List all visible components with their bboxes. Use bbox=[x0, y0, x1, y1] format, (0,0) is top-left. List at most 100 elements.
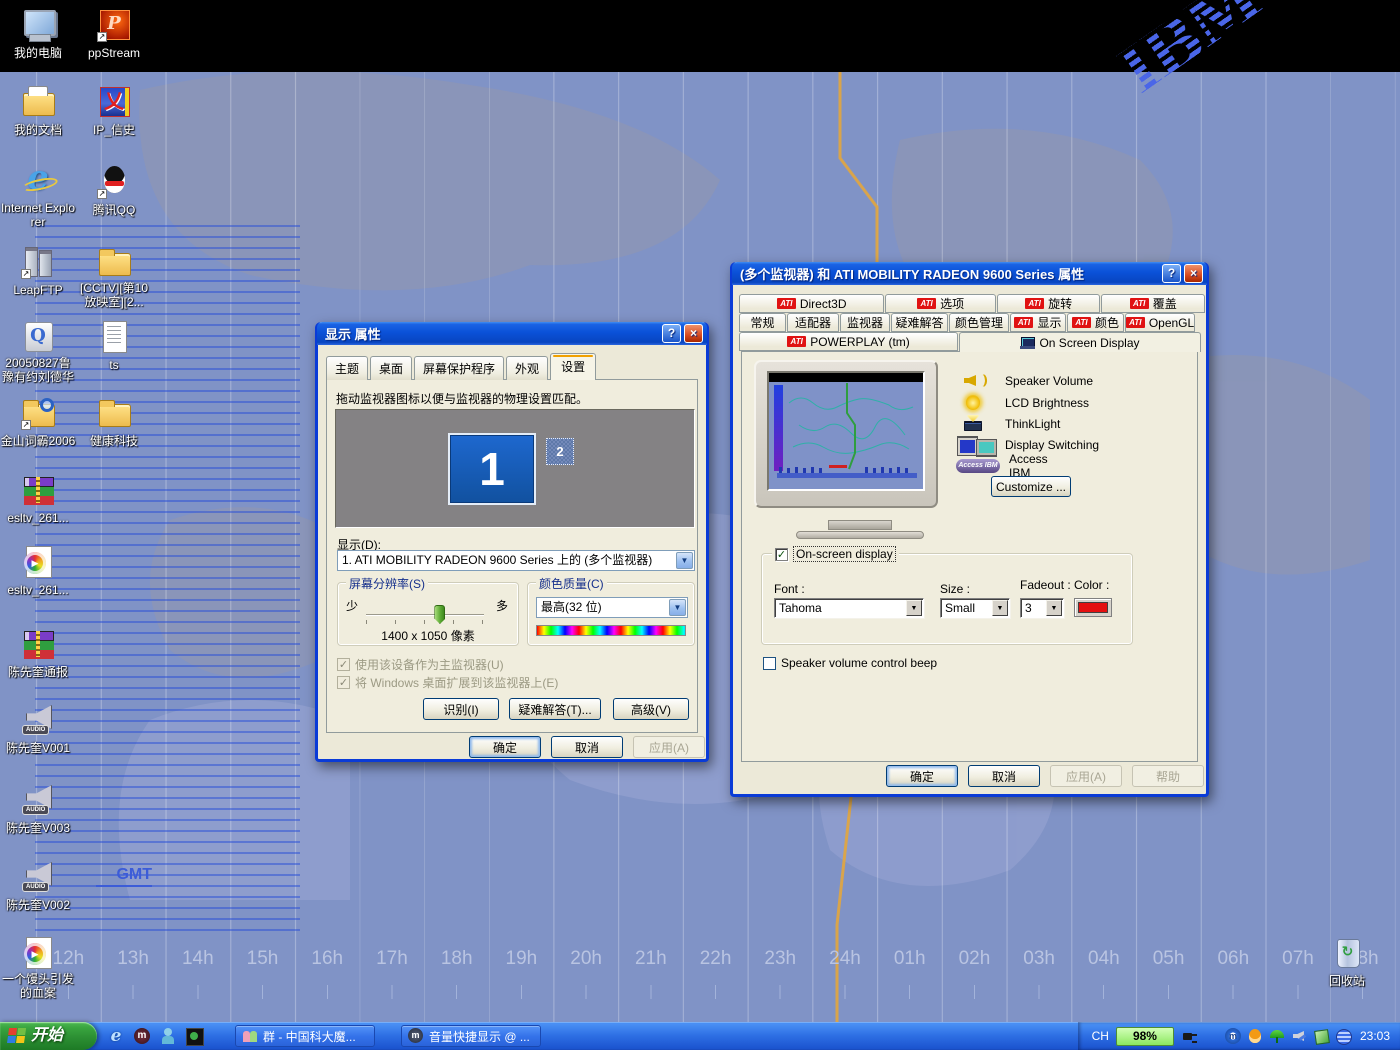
customize-button[interactable]: Customize ... bbox=[991, 476, 1071, 497]
maxthon-tray-icon[interactable] bbox=[1225, 1028, 1241, 1044]
chevron-down-icon[interactable]: ▼ bbox=[992, 600, 1008, 616]
tab[interactable]: ATI POWERPLAY (tm) bbox=[739, 332, 958, 351]
antivirus-umbrella-tray-icon[interactable] bbox=[1269, 1028, 1285, 1044]
cancel-button[interactable]: 取消 bbox=[551, 736, 623, 758]
ie-quicklaunch-icon[interactable] bbox=[107, 1027, 125, 1045]
font-dropdown[interactable]: Tahoma ▼ bbox=[774, 598, 924, 618]
tencent-qq[interactable]: 腾讯QQ bbox=[76, 165, 152, 219]
battery-indicator[interactable]: 98% bbox=[1116, 1027, 1174, 1046]
help-button[interactable]: ? bbox=[1162, 264, 1181, 283]
help-button[interactable]: 帮助 bbox=[1132, 765, 1204, 787]
volume-tray-icon[interactable] bbox=[1291, 1028, 1307, 1044]
taskbar-clock[interactable]: 23:03 bbox=[1360, 1029, 1390, 1043]
chenxiankui-v001[interactable]: 陈先奎V001 bbox=[0, 703, 76, 757]
tab[interactable]: 设置 bbox=[550, 353, 596, 380]
monitor-1[interactable]: 1 bbox=[448, 433, 536, 505]
task-qq-group[interactable]: 群 - 中国科大魔... bbox=[235, 1025, 375, 1047]
resolution-slider[interactable] bbox=[366, 605, 484, 624]
start-button[interactable]: 开始 bbox=[0, 1022, 97, 1050]
ok-button[interactable]: 确定 bbox=[469, 736, 541, 758]
close-button[interactable]: × bbox=[1184, 264, 1203, 283]
fadeout-dropdown[interactable]: 3 ▼ bbox=[1020, 598, 1064, 618]
display-adapter-dropdown[interactable]: 1. ATI MOBILITY RADEON 9600 Series 上的 (多… bbox=[337, 550, 695, 571]
ts-file[interactable]: ts bbox=[76, 320, 152, 374]
troubleshoot-button[interactable]: 疑难解答(T)... bbox=[509, 698, 601, 720]
maxthon-quicklaunch-icon[interactable] bbox=[133, 1027, 151, 1045]
osd-item-label: Display Switching bbox=[1005, 438, 1099, 452]
tab[interactable]: ATI 显示 bbox=[1010, 313, 1066, 332]
speaker-beep-checkbox[interactable]: Speaker volume control beep bbox=[763, 656, 937, 670]
color-quality-dropdown[interactable]: 最高(32 位) ▼ bbox=[536, 597, 688, 618]
cancel-button[interactable]: 取消 bbox=[968, 765, 1040, 787]
tab[interactable]: 外观 bbox=[506, 356, 548, 380]
monitor-arrangement-preview[interactable]: 1 2 bbox=[335, 409, 695, 528]
crt-screen-preview bbox=[767, 371, 925, 491]
timezone-label: 14h bbox=[165, 948, 230, 970]
ip-xinshi[interactable]: IP_信史 bbox=[76, 85, 152, 139]
mantou-video[interactable]: 一个馒头引发的血案 bbox=[0, 936, 76, 1002]
desktop-icon-label: esltv_261... bbox=[7, 583, 68, 597]
tab[interactable]: ATI OpenGL bbox=[1125, 313, 1195, 332]
my-computer[interactable]: 我的电脑 bbox=[0, 8, 76, 62]
internet-explorer[interactable]: Internet Explorer bbox=[0, 165, 76, 231]
tab[interactable]: 适配器 bbox=[787, 313, 839, 332]
health-tech-folder[interactable]: 健康科技 bbox=[76, 396, 152, 450]
ok-button[interactable]: 确定 bbox=[886, 765, 958, 787]
tab[interactable]: ATI 选项 bbox=[885, 294, 996, 313]
tab[interactable]: 屏幕保护程序 bbox=[414, 356, 504, 380]
size-dropdown[interactable]: Small ▼ bbox=[940, 598, 1010, 618]
esltv-media[interactable]: esltv_261... bbox=[0, 545, 76, 599]
chevron-down-icon[interactable]: ▼ bbox=[669, 599, 686, 616]
kingsoft-tray-icon[interactable] bbox=[1313, 1028, 1329, 1044]
qq-tray-icon[interactable] bbox=[1247, 1028, 1263, 1044]
tab[interactable]: 疑难解答 bbox=[891, 313, 948, 332]
apply-button[interactable]: 应用(A) bbox=[1050, 765, 1122, 787]
monitor-2[interactable]: 2 bbox=[546, 438, 574, 465]
luyu-youyue-video[interactable]: 20050827鲁豫有约刘德华 bbox=[0, 320, 76, 386]
tab[interactable]: On Screen Display bbox=[959, 332, 1201, 352]
tab[interactable]: ATI 旋转 bbox=[997, 294, 1101, 313]
kingsoft-powerword-2006[interactable]: 金山词霸2006 bbox=[0, 396, 76, 450]
advanced-button[interactable]: 高级(V) bbox=[613, 698, 689, 720]
close-button[interactable]: × bbox=[684, 324, 703, 343]
on-screen-display-checkbox[interactable] bbox=[775, 548, 788, 561]
chevron-down-icon[interactable]: ▼ bbox=[676, 552, 693, 569]
tab[interactable]: 常规 bbox=[739, 313, 786, 332]
primary-monitor-checkbox[interactable]: 使用该设备作为主监视器(U) bbox=[337, 656, 504, 673]
chenxiankui-v003[interactable]: 陈先奎V003 bbox=[0, 783, 76, 837]
language-indicator[interactable]: CH bbox=[1092, 1029, 1109, 1043]
messenger-quicklaunch-icon[interactable] bbox=[159, 1027, 177, 1045]
chevron-down-icon[interactable]: ▼ bbox=[1046, 600, 1062, 616]
osd-color-swatch[interactable] bbox=[1074, 598, 1112, 617]
ati-dialog-titlebar[interactable]: (多个监视器) 和 ATI MOBILITY RADEON 9600 Serie… bbox=[732, 262, 1207, 285]
chenxiankui-v002[interactable]: 陈先奎V002 bbox=[0, 860, 76, 914]
help-button[interactable]: ? bbox=[662, 324, 681, 343]
desktop-icon-label: 陈先奎V001 bbox=[6, 741, 70, 755]
task-volume-display[interactable]: 音量快捷显示 @ ... bbox=[401, 1025, 541, 1047]
chevron-down-icon[interactable]: ▼ bbox=[906, 600, 922, 616]
tab[interactable]: 主题 bbox=[326, 356, 368, 380]
chenxiankui-tongbao[interactable]: 陈先奎通报 bbox=[0, 627, 76, 681]
my-documents[interactable]: 我的文档 bbox=[0, 85, 76, 139]
display-dialog-titlebar[interactable]: 显示 属性 ? × bbox=[317, 322, 707, 345]
tab[interactable]: 桌面 bbox=[370, 356, 412, 380]
tab[interactable]: ATI Direct3D bbox=[739, 294, 884, 313]
size-label: Size : bbox=[940, 582, 970, 596]
cctv-folder[interactable]: [CCTV][第10放映室][2... bbox=[76, 245, 152, 311]
tab[interactable]: ATI 颜色 bbox=[1067, 313, 1124, 332]
desktop-icon-label: esltv_261... bbox=[7, 511, 68, 525]
ppstream[interactable]: ppStream bbox=[76, 8, 152, 62]
leapftp[interactable]: LeapFTP bbox=[0, 245, 76, 299]
tab[interactable]: 颜色管理 bbox=[949, 313, 1009, 332]
timezone-label: 05h bbox=[1136, 948, 1201, 970]
extend-desktop-checkbox[interactable]: 将 Windows 桌面扩展到该监视器上(E) bbox=[337, 674, 558, 691]
recycle-bin-icon[interactable]: 回收站 bbox=[1309, 936, 1385, 990]
esltv-archive[interactable]: esltv_261... bbox=[0, 473, 76, 527]
tab[interactable]: 监视器 bbox=[840, 313, 890, 332]
tab[interactable]: ATI 覆盖 bbox=[1101, 294, 1205, 313]
desktop-icon-label: 一个馒头引发的血案 bbox=[0, 972, 76, 1000]
media-app-quicklaunch-icon[interactable] bbox=[185, 1027, 203, 1045]
apply-button[interactable]: 应用(A) bbox=[633, 736, 705, 758]
access-connections-tray-icon[interactable] bbox=[1335, 1028, 1351, 1044]
identify-button[interactable]: 识别(I) bbox=[423, 698, 499, 720]
